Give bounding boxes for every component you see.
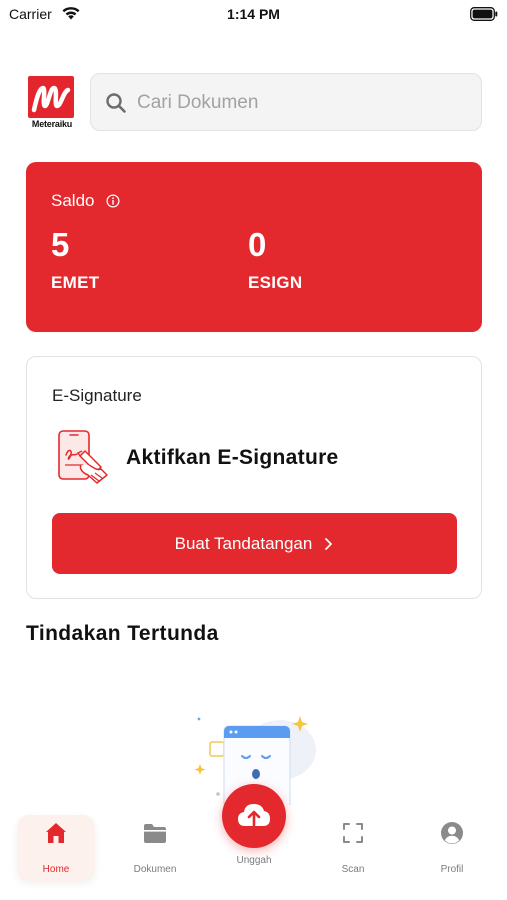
upload-fab-button[interactable] [222,784,286,848]
nav-profile[interactable]: Profil [413,815,491,881]
nav-home[interactable]: Home [17,815,95,881]
create-signature-button-label: Buat Tandatangan [174,533,313,553]
nav-documents-label: Dokumen [133,864,177,875]
cloud-upload-icon [238,804,270,827]
emet-balance-value: 5 [51,226,70,263]
nav-documents[interactable]: Dokumen [116,815,194,881]
search-input[interactable] [137,86,467,120]
bottom-navigation: Home Dokumen Unggah Scan Profil [0,784,507,900]
search-bar[interactable] [90,73,482,131]
info-icon[interactable] [106,194,120,208]
app-logo: Meteraiku [28,76,76,132]
nav-profile-label: Profil [440,864,464,875]
logo-mark [28,76,74,118]
nav-home-label: Home [42,864,70,875]
phone-signature-icon [58,430,108,484]
balance-card: Saldo 5 EMET 0 ESIGN [26,162,482,332]
nav-scan[interactable]: Scan [314,815,392,881]
folder-icon [144,824,166,843]
search-icon [106,93,126,113]
status-bar: Carrier 1:14 PM [0,0,507,30]
scan-icon [343,823,363,843]
emet-balance-label: EMET [51,273,100,292]
pending-actions-title: Tindakan Tertunda [26,622,219,645]
nav-upload-label: Unggah [236,855,272,866]
esignature-card: E-Signature Aktifkan E-Signature Buat Ta… [26,356,482,599]
esignature-title: E-Signature [52,386,142,405]
activate-esignature-text: Aktifkan E-Signature [126,446,339,469]
logo-text: Meteraiku [31,119,73,129]
nav-scan-label: Scan [341,864,365,875]
chevron-right-icon [325,537,333,550]
battery-icon [470,7,498,21]
home-icon [46,823,66,843]
esign-balance-value: 0 [248,226,267,263]
clock: 1:14 PM [227,6,280,22]
profile-icon [441,822,463,844]
esign-balance-label: ESIGN [248,273,303,292]
create-signature-button[interactable]: Buat Tandatangan [52,513,457,574]
balance-title: Saldo [51,191,95,210]
